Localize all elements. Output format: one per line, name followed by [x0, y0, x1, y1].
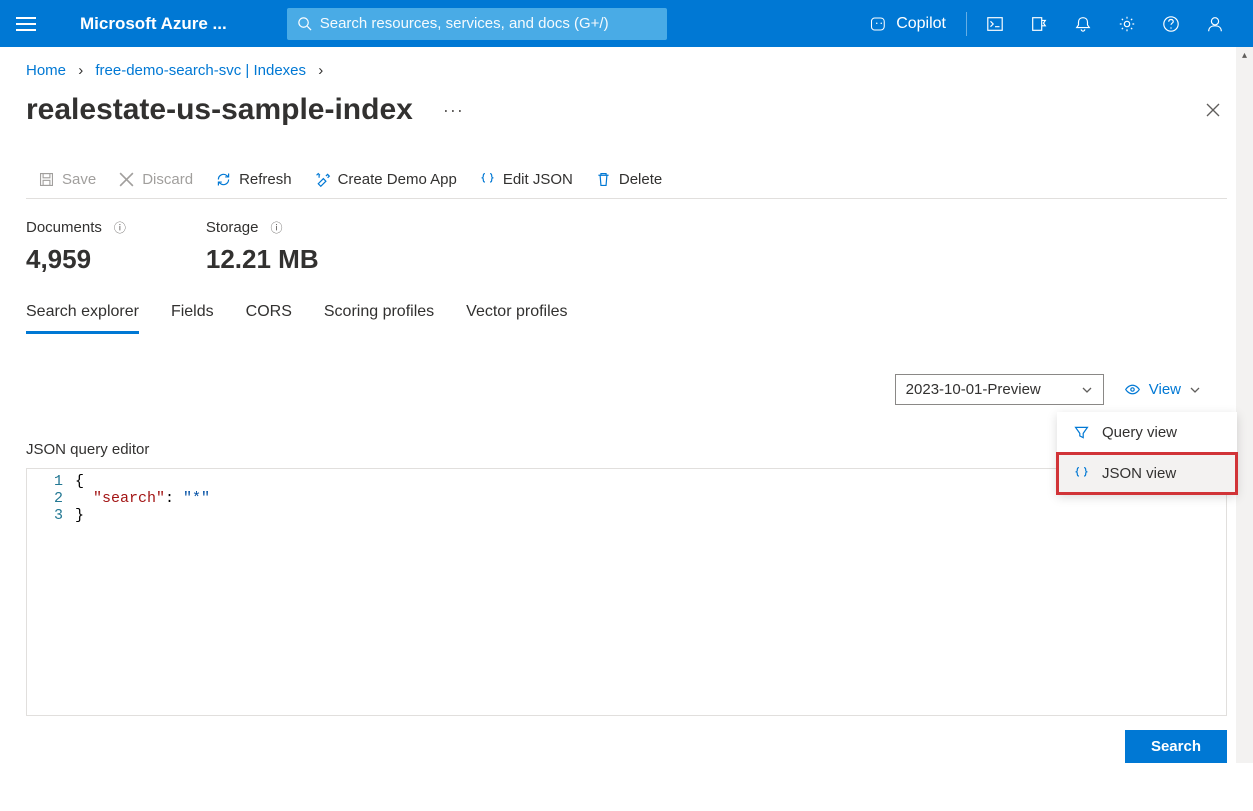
save-button[interactable]: Save	[38, 171, 96, 188]
tab-search-explorer[interactable]: Search explorer	[26, 303, 139, 334]
storage-value: 12.21 MB	[206, 244, 319, 275]
breadcrumb-home[interactable]: Home	[26, 62, 66, 79]
tab-scoring-profiles[interactable]: Scoring profiles	[324, 303, 434, 334]
breadcrumb: Home › free-demo-search-svc | Indexes ›	[0, 47, 1253, 79]
tools-icon	[314, 171, 331, 188]
refresh-icon	[215, 171, 232, 188]
directory-filter-icon[interactable]	[1017, 0, 1061, 47]
api-version-select[interactable]: 2023-10-01-Preview	[895, 374, 1104, 405]
chevron-right-icon: ›	[310, 62, 331, 79]
scrollbar[interactable]: ▴	[1236, 47, 1253, 763]
separator	[966, 12, 967, 36]
close-icon[interactable]	[1199, 96, 1227, 124]
tab-cors[interactable]: CORS	[246, 303, 292, 334]
scroll-up-icon[interactable]: ▴	[1236, 47, 1253, 64]
save-icon	[38, 171, 55, 188]
documents-value: 4,959	[26, 244, 126, 275]
discard-icon	[118, 171, 135, 188]
copilot-button[interactable]: Copilot	[856, 15, 960, 33]
cloud-shell-icon[interactable]	[973, 0, 1017, 47]
create-demo-app-button[interactable]: Create Demo App	[314, 171, 457, 188]
refresh-button[interactable]: Refresh	[215, 171, 292, 188]
copilot-icon	[870, 15, 888, 33]
storage-stat: Storage ⓘ 12.21 MB	[206, 219, 319, 275]
json-query-editor[interactable]: 1 2 3 { "search": "*" }	[26, 468, 1227, 716]
documents-stat: Documents ⓘ 4,959	[26, 219, 126, 275]
search-row: Search	[0, 716, 1253, 763]
view-dropdown: Query view JSON view	[1057, 412, 1237, 494]
notifications-icon[interactable]	[1061, 0, 1105, 47]
stats-row: Documents ⓘ 4,959 Storage ⓘ 12.21 MB	[0, 199, 1253, 275]
tab-vector-profiles[interactable]: Vector profiles	[466, 303, 567, 334]
view-icon	[1124, 381, 1141, 398]
discard-button[interactable]: Discard	[118, 171, 193, 188]
feedback-icon[interactable]	[1193, 0, 1237, 47]
tab-fields[interactable]: Fields	[171, 303, 214, 334]
chevron-right-icon: ›	[70, 62, 91, 79]
delete-button[interactable]: Delete	[595, 171, 662, 188]
toolbar: Save Discard Refresh Create Demo App Edi…	[26, 135, 1227, 199]
search-placeholder: Search resources, services, and docs (G+…	[320, 15, 609, 32]
settings-icon[interactable]	[1105, 0, 1149, 47]
controls-row: 2023-10-01-Preview View Query view JSON …	[0, 334, 1253, 405]
dropdown-query-view[interactable]: Query view	[1057, 412, 1237, 453]
top-bar: Microsoft Azure ... Search resources, se…	[0, 0, 1253, 47]
info-icon[interactable]: ⓘ	[270, 219, 282, 236]
page-title: realestate-us-sample-index	[26, 93, 413, 127]
help-icon[interactable]	[1149, 0, 1193, 47]
braces-icon	[479, 171, 496, 188]
trash-icon	[595, 171, 612, 188]
chevron-down-icon	[1081, 384, 1093, 396]
global-search-input[interactable]: Search resources, services, and docs (G+…	[287, 8, 667, 40]
brand-label[interactable]: Microsoft Azure ...	[80, 14, 227, 34]
code-area[interactable]: { "search": "*" }	[75, 469, 210, 715]
dropdown-json-view[interactable]: JSON view	[1057, 453, 1237, 494]
menu-icon[interactable]	[16, 17, 36, 31]
braces-icon	[1073, 465, 1090, 482]
tabs: Search explorer Fields CORS Scoring prof…	[0, 275, 1253, 334]
more-actions-icon[interactable]: ···	[443, 100, 464, 121]
search-icon	[297, 16, 312, 31]
search-button[interactable]: Search	[1125, 730, 1227, 763]
info-icon[interactable]: ⓘ	[114, 219, 126, 236]
edit-json-button[interactable]: Edit JSON	[479, 171, 573, 188]
breadcrumb-parent[interactable]: free-demo-search-svc | Indexes	[95, 62, 306, 79]
title-row: realestate-us-sample-index ···	[0, 79, 1253, 135]
chevron-down-icon	[1189, 384, 1201, 396]
line-gutter: 1 2 3	[27, 469, 75, 715]
view-button[interactable]: View	[1124, 381, 1201, 398]
filter-icon	[1073, 424, 1090, 441]
